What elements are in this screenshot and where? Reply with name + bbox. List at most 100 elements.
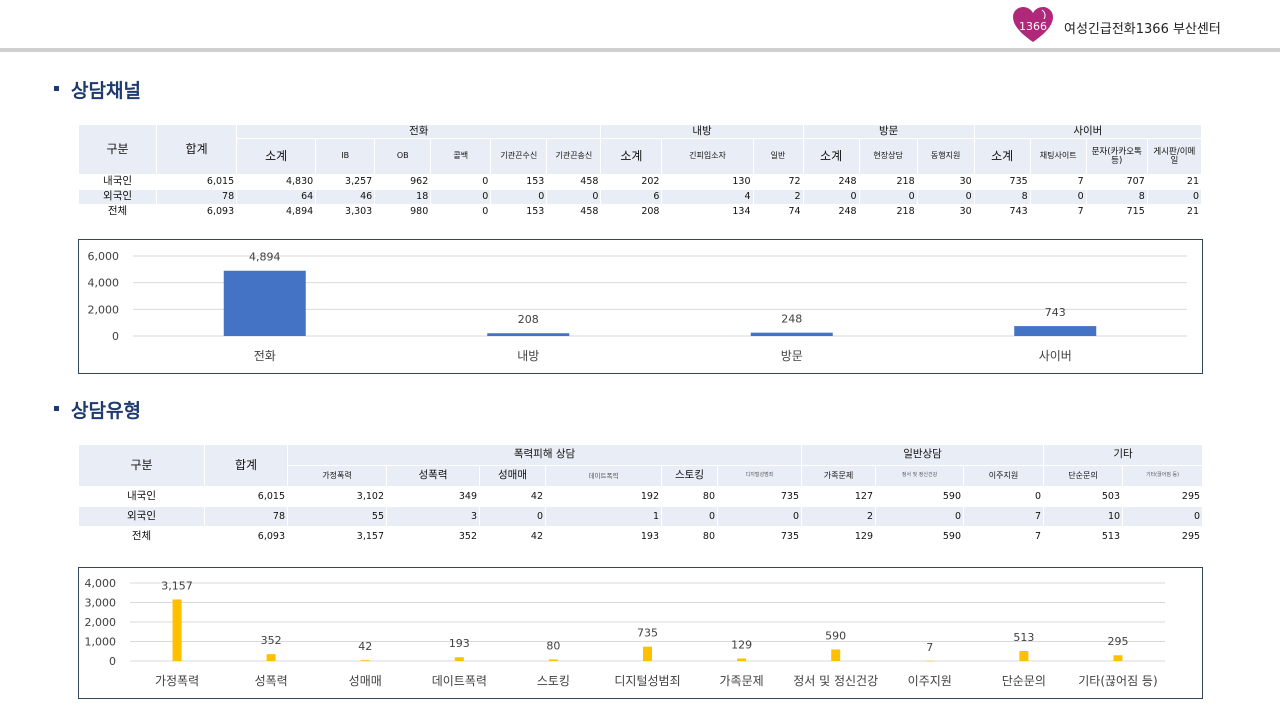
table-cell: 218 <box>858 204 918 220</box>
table-cell: 0 <box>661 506 718 527</box>
table-cell: 193 <box>545 526 662 547</box>
category-label: 디지털성범죄 <box>614 674 680 688</box>
chart-bar <box>360 660 370 661</box>
category-label: 기타(끊어짐 등) <box>1078 674 1157 688</box>
group-general: 일반상담 <box>801 444 1045 466</box>
group-cyber: 사이버 <box>973 124 1203 139</box>
type-etc: 기타(끊어짐 등) <box>1122 465 1204 487</box>
table-cell: 42 <box>479 526 546 547</box>
table-cell: 0 <box>716 506 803 527</box>
type-simple: 단순문의 <box>1043 465 1124 487</box>
table-cell: 6 <box>600 189 663 205</box>
category-label: 내방 <box>517 349 539 363</box>
category-label: 성폭력 <box>255 674 288 688</box>
table-cell: 64 <box>236 189 317 205</box>
table-cell: 3 <box>386 506 480 527</box>
table-cell: 10 <box>1043 506 1124 527</box>
table-row: 외국인 78 64 46 18 0 0 0 6 4 2 0 0 0 8 0 8 0 <box>77 189 1203 205</box>
data-label: 743 <box>1045 306 1066 319</box>
data-label: 513 <box>1013 631 1034 644</box>
chart-bar <box>750 332 833 336</box>
type-table-body: 내국인 6,015 3,102 349 42 192 80 735 127 590 0 503 295 외… <box>78 486 1204 547</box>
row-label: 외국인 <box>77 189 158 205</box>
table-cell: 80 <box>661 526 718 547</box>
row-label: 전체 <box>78 526 205 547</box>
section-title-channel: 상담채널 <box>54 76 141 103</box>
table-row: 내국인 6,015 3,102 349 42 192 80 735 127 590 0 503 295 <box>78 486 1204 507</box>
table-row: 전체 6,093 4,894 3,303 980 0 153 458 208 134 74 248 21… <box>77 204 1203 220</box>
table-cell: 21 <box>1146 174 1203 190</box>
table-cell: 55 <box>287 506 387 527</box>
header-divider <box>0 48 1280 52</box>
table-cell: 295 <box>1122 486 1204 507</box>
y-tick-label: 6,000 <box>88 250 120 263</box>
chart-bar <box>1019 650 1029 661</box>
table-cell: 30 <box>916 204 975 220</box>
table-cell: 458 <box>546 174 602 190</box>
table-cell: 18 <box>374 189 432 205</box>
table-cell: 735 <box>716 486 803 507</box>
chart-bar <box>831 649 841 661</box>
table-cell: 153 <box>490 204 548 220</box>
visit-general: 일반 <box>752 138 804 175</box>
data-label: 352 <box>261 634 282 647</box>
bullet-icon <box>54 86 59 91</box>
data-label: 80 <box>546 639 560 652</box>
y-tick-label: 0 <box>109 655 116 668</box>
chart-bar <box>1113 655 1123 661</box>
type-digital: 디지털성범죄 <box>716 465 803 487</box>
channel-table-body: 내국인 6,015 4,830 3,257 962 0 153 458 202 130 72 248 2… <box>77 174 1203 220</box>
chart-bar <box>643 646 652 661</box>
phone-ob: OB <box>374 138 432 175</box>
table-cell: 3,102 <box>287 486 387 507</box>
type-prostitution: 성매매 <box>479 465 546 487</box>
category-label: 가정폭력 <box>155 674 199 688</box>
y-tick-label: 4,000 <box>88 277 120 290</box>
table-cell: 127 <box>801 486 877 507</box>
table-cell: 0 <box>875 506 965 527</box>
table-cell: 0 <box>479 506 546 527</box>
table-cell: 707 <box>1085 174 1148 190</box>
table-cell: 4,894 <box>236 204 317 220</box>
table-cell: 7 <box>1029 174 1087 190</box>
table-cell: 980 <box>374 204 432 220</box>
y-tick-label: 2,000 <box>85 616 117 629</box>
category-label: 사이버 <box>1039 349 1072 363</box>
bullet-icon <box>54 406 59 411</box>
table-cell: 0 <box>430 174 492 190</box>
phone-agency-out: 기관끈송신 <box>546 138 602 175</box>
category-label: 단순문의 <box>1002 674 1046 688</box>
cyber-subtotal: 소계 <box>973 138 1031 175</box>
table-cell: 74 <box>752 204 804 220</box>
data-label: 42 <box>358 640 372 653</box>
table-cell: 0 <box>490 189 548 205</box>
chart-bar <box>925 660 935 662</box>
table-cell: 153 <box>490 174 548 190</box>
data-label: 295 <box>1107 635 1128 648</box>
chart-bar <box>172 599 182 661</box>
y-tick-label: 1,000 <box>85 636 117 649</box>
type-family: 가족문제 <box>801 465 877 487</box>
data-label: 208 <box>518 313 539 326</box>
type-chart: 0 1,000 2,000 3,000 4,000 3,157 가정폭력 352 성폭력 42 성매… <box>78 567 1203 699</box>
org-name: 여성긴급전화1366 부산센터 <box>1064 22 1221 37</box>
cyber-chat: 채팅사이트 <box>1029 138 1087 175</box>
table-cell: 80 <box>661 486 718 507</box>
table-cell: 715 <box>1085 204 1148 220</box>
table-cell: 743 <box>973 204 1031 220</box>
row-label: 외국인 <box>78 506 205 527</box>
table-cell: 4 <box>661 189 754 205</box>
type-chart-svg: 0 1,000 2,000 3,000 4,000 3,157 가정폭력 352 성폭력 42 성매… <box>85 577 1165 688</box>
data-label: 248 <box>781 313 802 326</box>
table-row: 전체 6,093 3,157 352 42 193 80 735 129 590 7 513 295 <box>78 526 1204 547</box>
table-row: 내국인 6,015 4,830 3,257 962 0 153 458 202 130 72 248 2… <box>77 174 1203 190</box>
group-phone: 전화 <box>236 124 602 139</box>
category-label: 이주지원 <box>908 674 952 688</box>
table-cell: 46 <box>315 189 376 205</box>
table-cell: 7 <box>963 526 1045 547</box>
table-cell: 0 <box>430 204 492 220</box>
col-label: 구분 <box>77 124 158 175</box>
type-domestic: 가정폭력 <box>287 465 387 487</box>
logo-text: 1366 <box>1019 20 1047 33</box>
table-cell: 962 <box>374 174 432 190</box>
